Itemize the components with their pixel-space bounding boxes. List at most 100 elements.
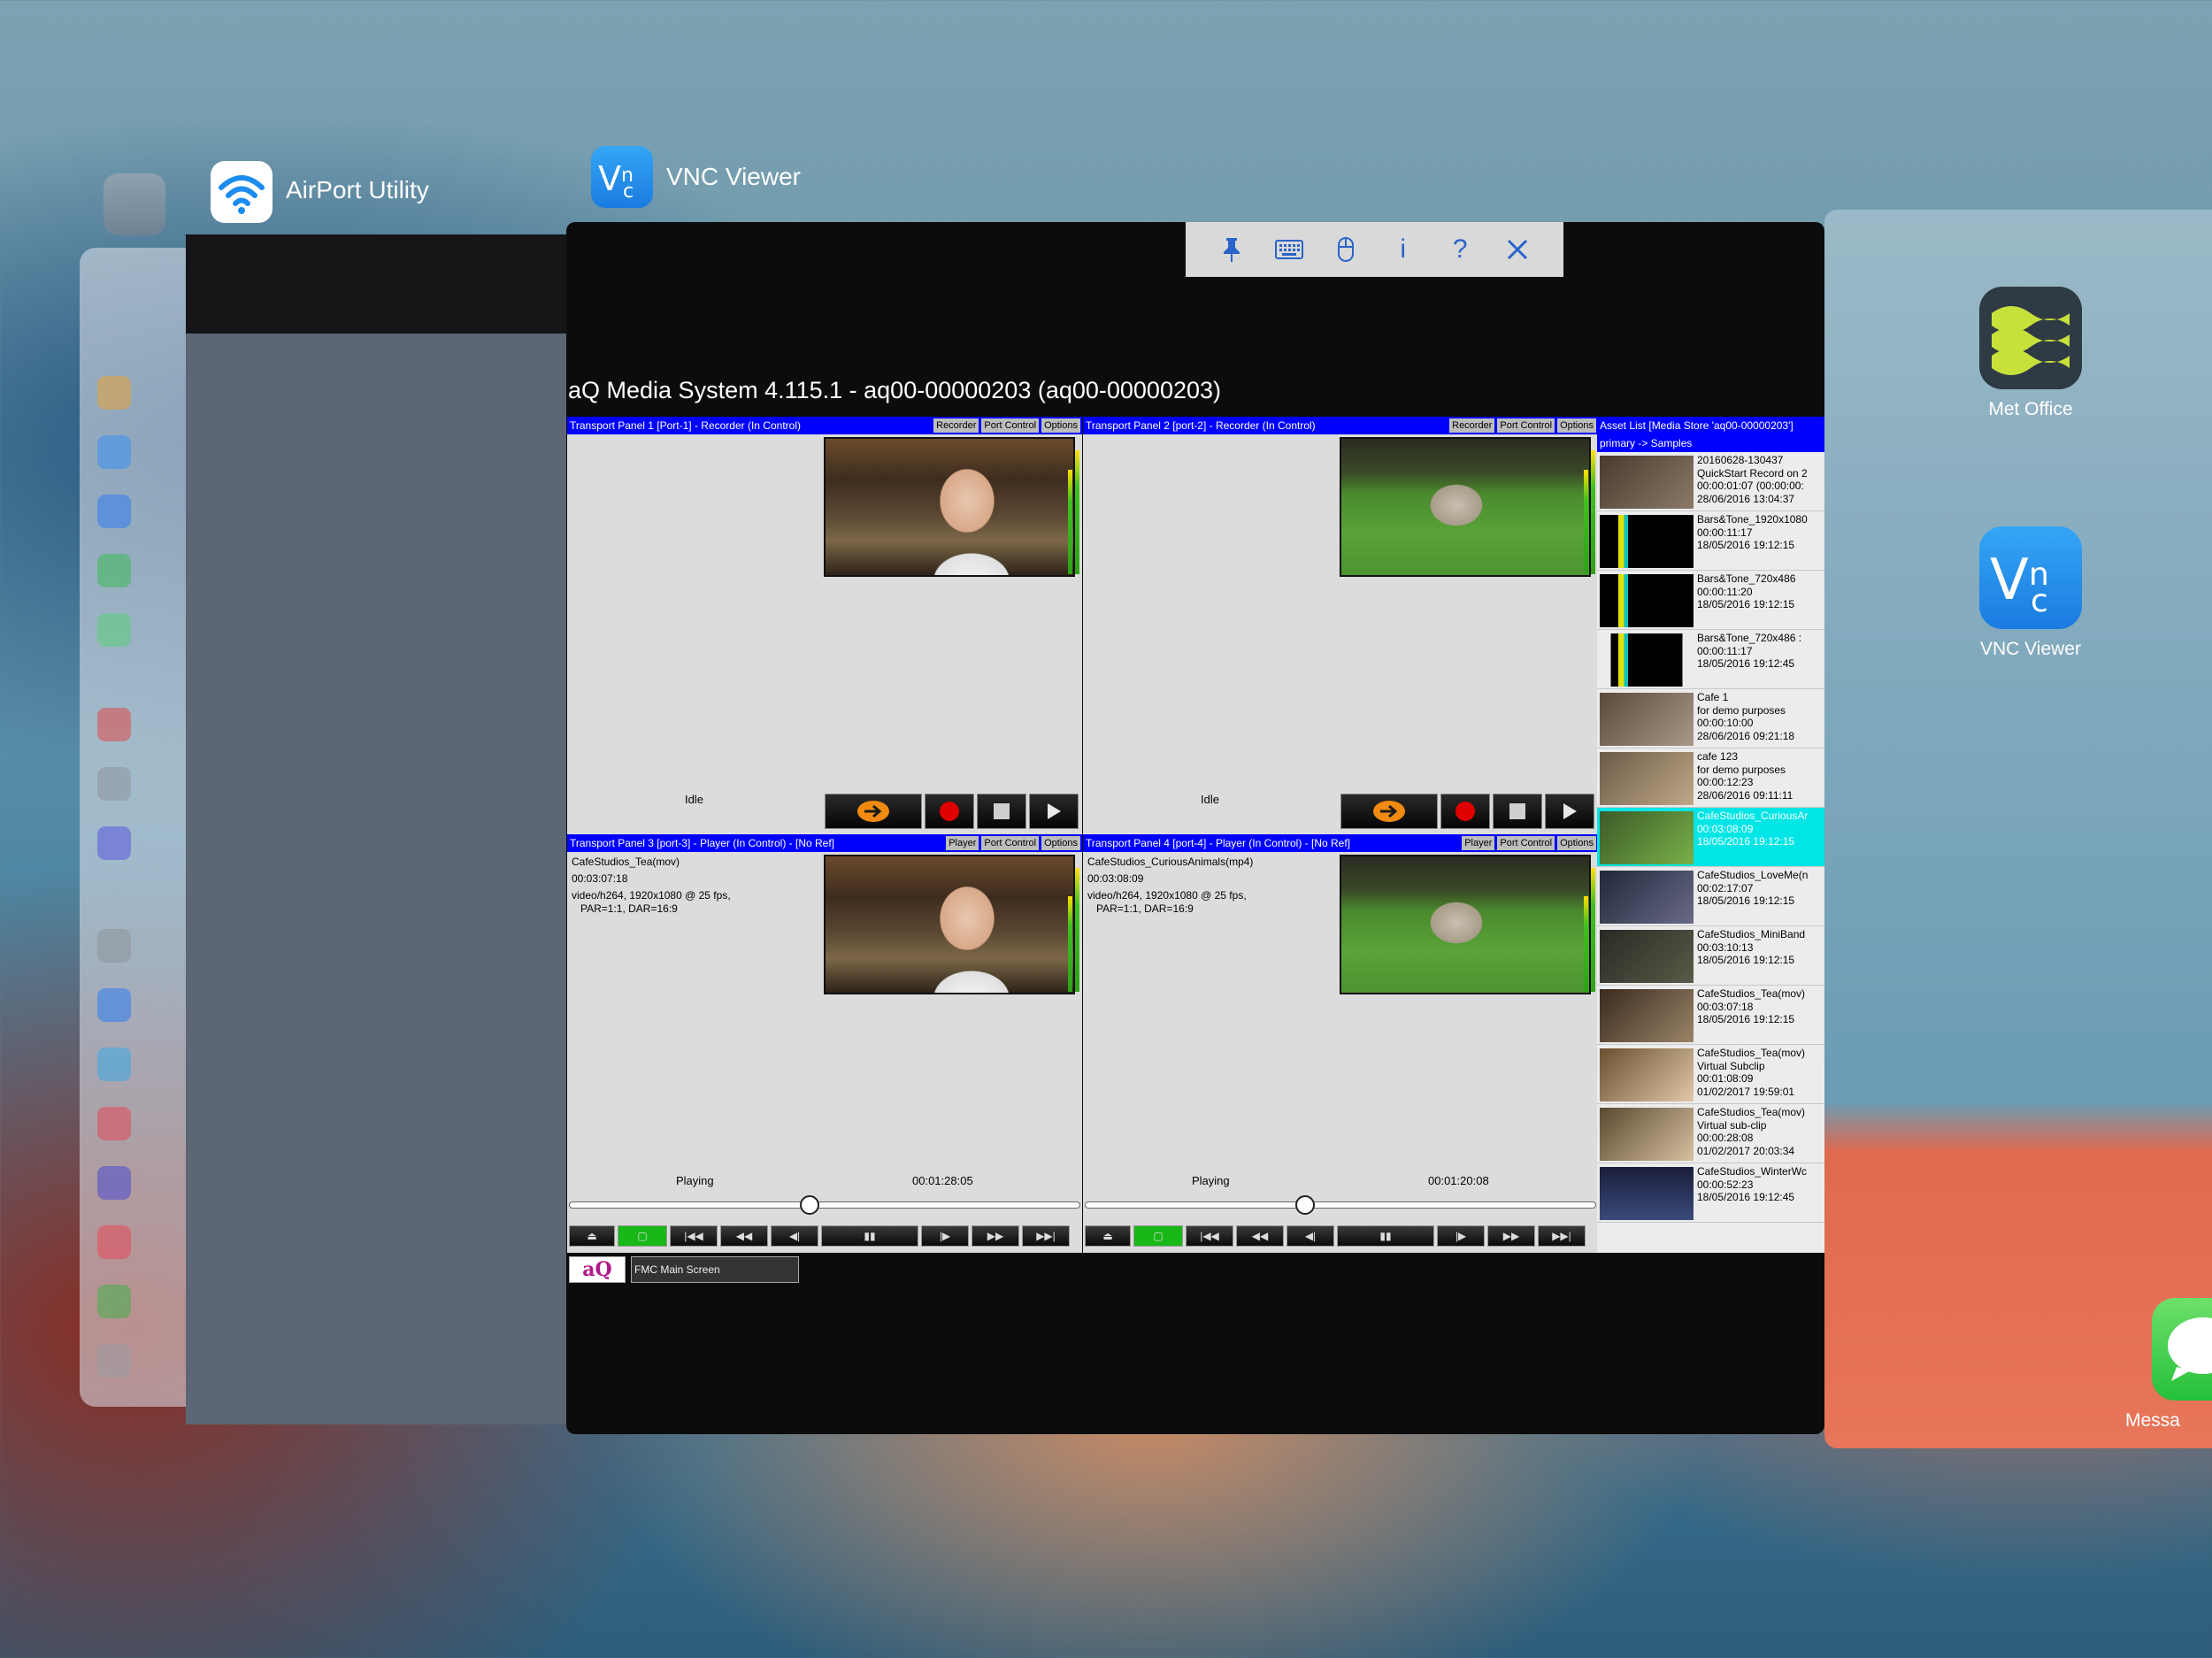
video-preview [1340, 437, 1591, 577]
go-to-start-button[interactable]: |◀◀ [670, 1225, 718, 1247]
fast-forward-button[interactable]: ▶▶ [1487, 1225, 1535, 1247]
input-select-button[interactable] [1340, 794, 1438, 829]
go-to-end-button[interactable]: ▶▶| [1022, 1225, 1070, 1247]
asset-details: 20160628-130437 QuickStart Record on 2 00:… [1697, 454, 1808, 505]
status-text: Playing [676, 1174, 714, 1187]
video-preview [824, 437, 1075, 577]
audio-level-meter [1591, 450, 1595, 574]
asset-detail-line: 00:01:08:09 [1697, 1072, 1754, 1085]
settings-row-icon [97, 376, 131, 410]
eject-button[interactable]: ⏏ [1085, 1225, 1131, 1247]
options-button[interactable]: Options [1557, 418, 1596, 433]
settings-row-icon [97, 1344, 131, 1378]
options-button[interactable]: Options [1557, 836, 1596, 850]
svg-text:c: c [623, 180, 634, 203]
play-button[interactable] [1029, 794, 1079, 829]
asset-list-item[interactable]: CafeStudios_Tea(mov) 00:03:07:18 18/05/201… [1597, 986, 1824, 1045]
asset-list-item[interactable]: CafeStudios_MiniBand 00:03:10:13 18/05/201… [1597, 926, 1824, 986]
status-text: Playing [1192, 1174, 1230, 1187]
asset-detail-line: Virtual sub-clip [1697, 1118, 1767, 1132]
mouse-icon[interactable] [1326, 230, 1365, 269]
home-screen-card[interactable]: Met Office V n c VNC Viewer Messa [1824, 210, 2212, 1448]
messages-icon[interactable] [2152, 1298, 2212, 1401]
loop-button[interactable]: ▢ [1133, 1225, 1183, 1247]
rewind-button[interactable]: ◀◀ [1236, 1225, 1284, 1247]
player-button[interactable]: Player [1462, 836, 1495, 850]
step-forward-button[interactable]: |▶ [921, 1225, 969, 1247]
player-controls: ⏏ ▢ |◀◀ ◀◀ ◀| ▮▮ |▶ ▶▶ ▶▶| [569, 1225, 1070, 1247]
input-select-button[interactable] [825, 794, 922, 829]
asset-list-item[interactable]: Cafe 1 for demo purposes 00:00:10:00 28/06/… [1597, 689, 1824, 748]
info-icon[interactable]: i [1384, 230, 1423, 269]
audio-level-meter [1584, 896, 1588, 992]
port-control-button[interactable]: Port Control [1497, 418, 1555, 433]
vnc-viewer-card[interactable]: i ? aQ Media System 4.115.1 - aq00-00000… [566, 222, 1824, 1434]
asset-list-item[interactable]: CafeStudios_LoveMe(n 00:02:17:07 18/05/201… [1597, 867, 1824, 926]
airport-utility-card[interactable] [186, 234, 593, 1424]
asset-detail-line: 18/05/2016 19:12:15 [1697, 539, 1795, 551]
asset-details: Bars&Tone_1920x1080 00:00:11:17 18/05/2016… [1697, 513, 1808, 552]
eject-button[interactable]: ⏏ [569, 1225, 615, 1247]
rewind-button[interactable]: ◀◀ [720, 1225, 768, 1247]
aq-window-title: aQ Media System 4.115.1 - aq00-00000203 … [568, 377, 1222, 403]
asset-list-header: Asset List [Media Store 'aq00-00000203']… [1597, 417, 1824, 452]
asset-list-item[interactable]: Bars&Tone_720x486 :00:00:11:17 18/05/2016… [1597, 630, 1824, 689]
pin-icon[interactable] [1212, 230, 1251, 269]
pause-button[interactable]: ▮▮ [1337, 1225, 1434, 1247]
recorder-button[interactable]: Recorder [1449, 418, 1495, 433]
player-button[interactable]: Player [946, 836, 979, 850]
options-button[interactable]: Options [1041, 418, 1080, 433]
help-icon[interactable]: ? [1440, 230, 1479, 269]
recorder-button[interactable]: Recorder [933, 418, 979, 433]
clip-format: video/h264, 1920x1080 @ 25 fps, [1087, 889, 1247, 902]
port-control-button[interactable]: Port Control [1497, 836, 1555, 850]
loop-button[interactable]: ▢ [618, 1225, 667, 1247]
audio-level-meter [1584, 470, 1588, 574]
pause-button[interactable]: ▮▮ [821, 1225, 918, 1247]
scrub-handle[interactable] [1294, 1195, 1315, 1215]
record-button[interactable] [925, 794, 974, 829]
close-icon[interactable] [1498, 232, 1537, 267]
aq-logo[interactable]: aQ [569, 1256, 626, 1283]
asset-detail-line: 00:00:10:00 [1697, 717, 1754, 729]
stop-button[interactable] [1493, 794, 1542, 829]
asset-list-item[interactable]: CafeStudios_CuriousAr 00:03:08:09 18/05/20… [1597, 808, 1824, 867]
fast-forward-button[interactable]: ▶▶ [972, 1225, 1019, 1247]
scrub-bar[interactable] [1085, 1195, 1596, 1215]
scrub-bar[interactable] [569, 1195, 1080, 1215]
screen-selector[interactable]: FMC Main Screen [631, 1256, 799, 1283]
messages-label: Messa [2125, 1410, 2180, 1431]
port-control-button[interactable]: Port Control [981, 836, 1040, 850]
asset-thumbnail [1600, 633, 1694, 687]
step-forward-button[interactable]: |▶ [1437, 1225, 1485, 1247]
options-button[interactable]: Options [1041, 836, 1080, 850]
recorder-controls [825, 794, 1079, 829]
asset-details: CafeStudios_Tea(mov) 00:03:07:18 18/05/201… [1697, 987, 1805, 1026]
port-control-button[interactable]: Port Control [981, 418, 1040, 433]
step-back-button[interactable]: ◀| [1286, 1225, 1334, 1247]
audio-level-meter [1068, 896, 1072, 992]
record-button[interactable] [1440, 794, 1490, 829]
asset-detail-line: CafeStudios_Tea(mov) [1697, 987, 1806, 1000]
asset-detail-line: 00:03:08:09 [1697, 822, 1754, 835]
keyboard-icon[interactable] [1270, 234, 1309, 265]
vnc-viewer-home-icon[interactable]: V n c [1979, 526, 2082, 629]
met-office-icon[interactable] [1979, 287, 2082, 389]
asset-list-item[interactable]: CafeStudios_WinterWc 00:00:52:23 18/05/201… [1597, 1163, 1824, 1223]
asset-details: cafe 123 for demo purposes 00:00:12:23 28/0… [1697, 750, 1793, 802]
asset-list-item[interactable]: 20160628-130437 QuickStart Record on 2 00:… [1597, 452, 1824, 511]
stop-button[interactable] [977, 794, 1026, 829]
step-back-button[interactable]: ◀| [771, 1225, 818, 1247]
go-to-start-button[interactable]: |◀◀ [1186, 1225, 1233, 1247]
settings-row-icon [97, 1285, 131, 1318]
asset-list-item[interactable]: Bars&Tone_720x486 00:00:11:20 18/05/2016 1… [1597, 571, 1824, 630]
scrub-handle[interactable] [799, 1195, 819, 1215]
asset-list-item[interactable]: Bars&Tone_1920x1080 00:00:11:17 18/05/2016… [1597, 511, 1824, 571]
asset-list-item[interactable]: CafeStudios_Tea(mov) Virtual sub-clip 00:0… [1597, 1104, 1824, 1163]
asset-list-item[interactable]: CafeStudios_Tea(mov) Virtual Subclip 00:01… [1597, 1045, 1824, 1104]
go-to-end-button[interactable]: ▶▶| [1538, 1225, 1586, 1247]
play-button[interactable] [1545, 794, 1594, 829]
asset-detail-line: 18/05/2016 19:12:45 [1697, 657, 1795, 670]
asset-list-item[interactable]: cafe 123 for demo purposes 00:00:12:23 28/0… [1597, 748, 1824, 808]
timecode: 00:01:20:08 [1428, 1174, 1489, 1187]
